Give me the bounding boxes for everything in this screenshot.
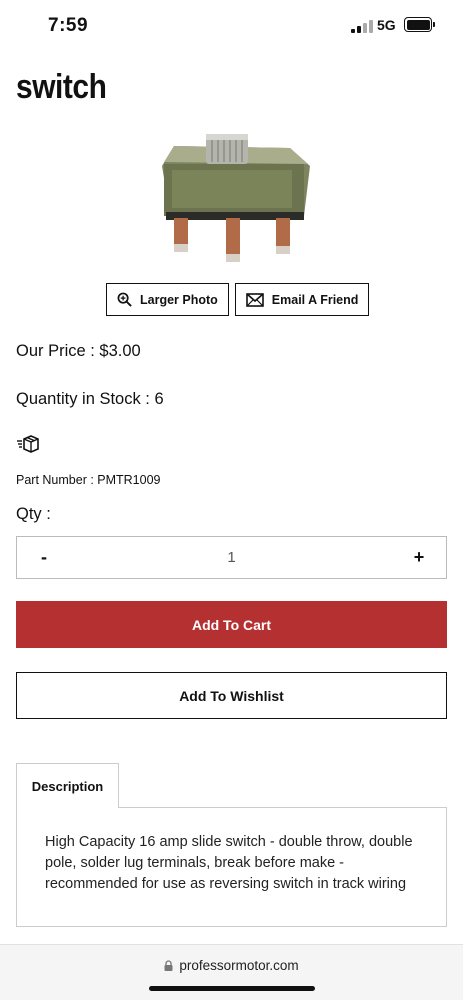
email-friend-label: Email A Friend [271, 292, 359, 307]
description-text: High Capacity 16 amp slide switch - doub… [45, 834, 413, 892]
add-to-wishlist-button[interactable]: Add To Wishlist [16, 672, 447, 719]
page-title: switch [16, 68, 107, 106]
description-panel: High Capacity 16 amp slide switch - doub… [16, 807, 447, 927]
status-time: 7:59 [48, 15, 89, 36]
larger-photo-button[interactable]: Larger Photo [106, 283, 229, 316]
photo-buttons: Larger Photo Email A Friend [106, 283, 370, 316]
quantity-label: Qty : [16, 505, 51, 523]
envelope-icon [245, 292, 264, 307]
increase-quantity-button[interactable]: + [392, 537, 446, 578]
quantity-input[interactable]: 1 [71, 549, 392, 566]
status-bar: 7:59 5G [0, 0, 463, 52]
lock-icon [164, 960, 173, 971]
shipping-box-icon [17, 435, 39, 453]
network-type: 5G [377, 17, 396, 33]
product-price: Our Price : $3.00 [16, 342, 141, 360]
stock-quantity: Quantity in Stock : 6 [16, 390, 164, 408]
url-text: professormotor.com [179, 958, 299, 973]
add-to-cart-button[interactable]: Add To Cart [16, 601, 447, 648]
browser-url-bar[interactable]: professormotor.com [0, 944, 463, 1000]
part-number: Part Number : PMTR1009 [16, 473, 161, 487]
email-friend-button[interactable]: Email A Friend [234, 283, 370, 316]
signal-icon [351, 20, 373, 33]
home-indicator[interactable] [149, 986, 315, 991]
quantity-stepper: - 1 + [16, 536, 447, 579]
battery-icon [404, 17, 435, 32]
product-image[interactable] [150, 126, 315, 268]
zoom-icon [117, 292, 132, 307]
larger-photo-label: Larger Photo [140, 292, 218, 307]
tab-description[interactable]: Description [16, 763, 119, 808]
decrease-quantity-button[interactable]: - [17, 537, 71, 578]
